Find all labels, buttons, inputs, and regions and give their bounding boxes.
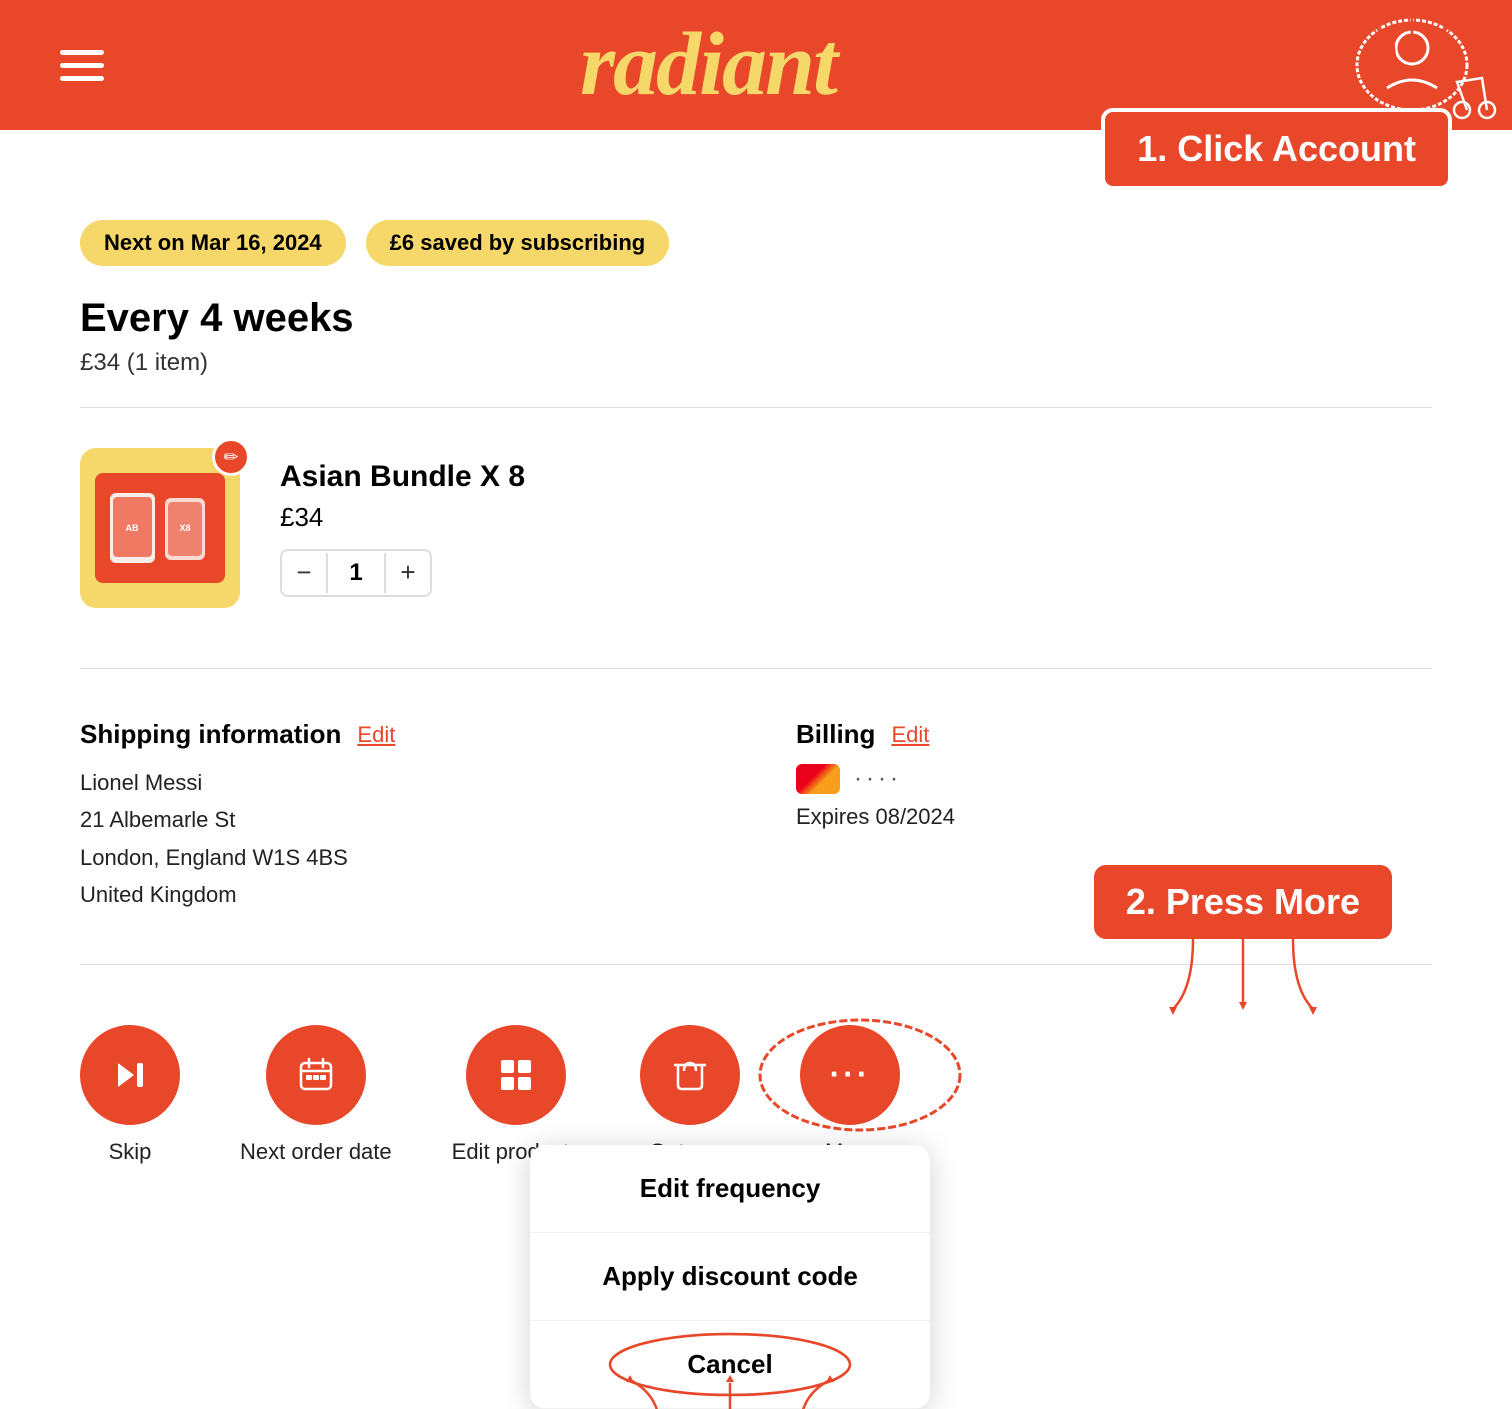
billing-edit-link[interactable]: Edit bbox=[891, 722, 929, 748]
quantity-control: − 1 + bbox=[280, 549, 432, 597]
step2-area: 2. Press More bbox=[1094, 865, 1392, 1019]
product-price: £34 bbox=[280, 502, 1432, 533]
billing-label: Billing bbox=[796, 719, 875, 750]
step1-badge: 1. Click Account bbox=[1101, 108, 1452, 190]
shipping-heading: Shipping information Edit bbox=[80, 719, 716, 750]
shipping-address2: London, England W1S 4BS bbox=[80, 839, 716, 876]
brand-logo: radiant bbox=[580, 20, 836, 110]
edit-product-dot[interactable]: ✏ bbox=[212, 438, 250, 476]
product-thumbnail: AB X8 ✏ bbox=[80, 448, 240, 608]
shipping-address: Lionel Messi 21 Albemarle St London, Eng… bbox=[80, 764, 716, 914]
action-more: ··· More Edit frequency Apply discount c… bbox=[800, 1025, 900, 1165]
account-icon-area[interactable] bbox=[1312, 10, 1452, 120]
card-number-dots: ···· bbox=[854, 765, 902, 793]
dropdown-apply-discount[interactable]: Apply discount code bbox=[530, 1233, 930, 1321]
step3-arrows bbox=[530, 1375, 930, 1409]
dropdown-edit-frequency[interactable]: Edit frequency bbox=[530, 1145, 930, 1233]
savings-badge: £6 saved by subscribing bbox=[366, 220, 670, 266]
skip-label: Skip bbox=[109, 1139, 152, 1165]
product-row: AB X8 ✏ Asian Bundle X 8 £34 − 1 + bbox=[80, 438, 1432, 638]
more-button[interactable]: ··· bbox=[800, 1025, 900, 1125]
shipping-col: Shipping information Edit Lionel Messi 2… bbox=[80, 719, 716, 914]
shipping-country: United Kingdom bbox=[80, 876, 716, 913]
header: radiant bbox=[0, 0, 1512, 130]
skip-button[interactable] bbox=[80, 1025, 180, 1125]
action-edit-products: Edit products bbox=[452, 1025, 580, 1165]
step3-area: 3. Click Cancel bbox=[530, 1375, 930, 1409]
quantity-increase[interactable]: + bbox=[386, 551, 430, 595]
subscription-price: £34 (1 item) bbox=[80, 349, 1432, 377]
action-skip: Skip bbox=[80, 1025, 180, 1165]
quantity-value: 1 bbox=[326, 553, 386, 593]
more-dots: ··· bbox=[830, 1056, 871, 1093]
action-next-order-date: Next order date bbox=[240, 1025, 392, 1165]
edit-products-button[interactable] bbox=[466, 1025, 566, 1125]
hamburger-menu[interactable] bbox=[60, 50, 104, 81]
card-expiry: Expires 08/2024 bbox=[796, 804, 1432, 830]
main-content: Next on Mar 16, 2024 £6 saved by subscri… bbox=[0, 130, 1512, 1235]
action-get-now: Get now bbox=[640, 1025, 740, 1165]
divider-1 bbox=[80, 407, 1432, 408]
next-order-date-label: Next order date bbox=[240, 1139, 392, 1165]
product-name: Asian Bundle X 8 bbox=[280, 460, 1432, 494]
top-badges: Next on Mar 16, 2024 £6 saved by subscri… bbox=[80, 220, 1432, 266]
get-now-button[interactable] bbox=[640, 1025, 740, 1125]
svg-text:X8: X8 bbox=[179, 523, 190, 533]
billing-heading: Billing Edit bbox=[796, 719, 1432, 750]
shipping-label: Shipping information bbox=[80, 719, 341, 750]
step2-arrows bbox=[1143, 939, 1343, 1019]
actions-row: 2. Press More Skip bbox=[80, 995, 1432, 1195]
product-image: AB X8 bbox=[95, 473, 225, 583]
card-row: ···· bbox=[796, 764, 1432, 794]
shipping-name: Lionel Messi bbox=[80, 764, 716, 801]
quantity-decrease[interactable]: − bbox=[282, 551, 326, 595]
mastercard-icon bbox=[796, 764, 840, 794]
header-right: 1. Click Account bbox=[1312, 10, 1452, 120]
shipping-address1: 21 Albemarle St bbox=[80, 801, 716, 838]
shipping-edit-link[interactable]: Edit bbox=[357, 722, 395, 748]
next-order-date-button[interactable] bbox=[266, 1025, 366, 1125]
subscription-frequency: Every 4 weeks bbox=[80, 296, 1432, 341]
more-dropdown: Edit frequency Apply discount code Cance… bbox=[530, 1145, 930, 1409]
svg-text:AB: AB bbox=[126, 523, 139, 533]
product-info: Asian Bundle X 8 £34 − 1 + bbox=[280, 460, 1432, 597]
next-order-badge: Next on Mar 16, 2024 bbox=[80, 220, 346, 266]
divider-2 bbox=[80, 668, 1432, 669]
step2-badge: 2. Press More bbox=[1094, 865, 1392, 939]
